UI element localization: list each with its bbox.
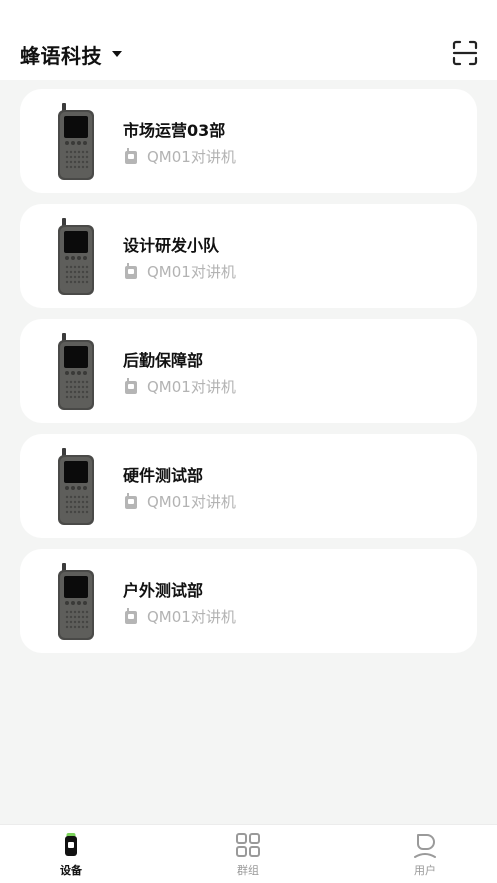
- device-card[interactable]: 户外测试部 QM01对讲机: [20, 549, 477, 653]
- tab-groups[interactable]: 群组: [188, 825, 308, 883]
- device-card[interactable]: 硬件测试部 QM01对讲机: [20, 434, 477, 538]
- device-name: 后勤保障部: [123, 351, 204, 370]
- tab-label: 群组: [237, 864, 259, 877]
- bottom-tab-bar: 设备 群组 用户: [0, 824, 497, 883]
- tab-users[interactable]: 用户: [365, 825, 485, 883]
- user-icon: [414, 834, 436, 858]
- device-model: QM01对讲机: [147, 377, 236, 396]
- device-name: 设计研发小队: [123, 236, 220, 255]
- org-name: 蜂语科技: [20, 43, 102, 68]
- walkie-talkie-image: [58, 103, 94, 180]
- device-model: QM01对讲机: [147, 607, 236, 626]
- walkie-talkie-image: [58, 333, 94, 410]
- walkie-talkie-image: [58, 563, 94, 640]
- org-switcher[interactable]: 蜂语科技: [20, 40, 122, 68]
- device-small-icon: [125, 148, 137, 164]
- device-card[interactable]: 市场运营03部 QM01对讲机: [20, 89, 477, 193]
- caret-down-icon: [112, 51, 122, 57]
- device-name: 硬件测试部: [123, 466, 204, 485]
- device-model-row: QM01对讲机: [125, 606, 236, 626]
- device-model-row: QM01对讲机: [125, 376, 236, 396]
- device-name: 市场运营03部: [123, 121, 226, 140]
- device-icon: [65, 833, 77, 856]
- device-model: QM01对讲机: [147, 262, 236, 281]
- walkie-talkie-image: [58, 448, 94, 525]
- device-card[interactable]: 后勤保障部 QM01对讲机: [20, 319, 477, 423]
- device-model: QM01对讲机: [147, 147, 236, 166]
- scan-icon[interactable]: [452, 40, 478, 66]
- device-model: QM01对讲机: [147, 492, 236, 511]
- device-small-icon: [125, 263, 137, 279]
- device-model-row: QM01对讲机: [125, 146, 236, 166]
- app-header: 蜂语科技: [0, 0, 497, 80]
- device-small-icon: [125, 608, 137, 624]
- grid-icon: [236, 833, 260, 857]
- device-model-row: QM01对讲机: [125, 491, 236, 511]
- device-card[interactable]: 设计研发小队 QM01对讲机: [20, 204, 477, 308]
- device-name: 户外测试部: [123, 581, 204, 600]
- tab-label: 用户: [414, 864, 436, 877]
- tab-label: 设备: [60, 864, 82, 877]
- walkie-talkie-image: [58, 218, 94, 295]
- device-small-icon: [125, 378, 137, 394]
- device-model-row: QM01对讲机: [125, 261, 236, 281]
- tab-devices[interactable]: 设备: [11, 825, 131, 883]
- device-small-icon: [125, 493, 137, 509]
